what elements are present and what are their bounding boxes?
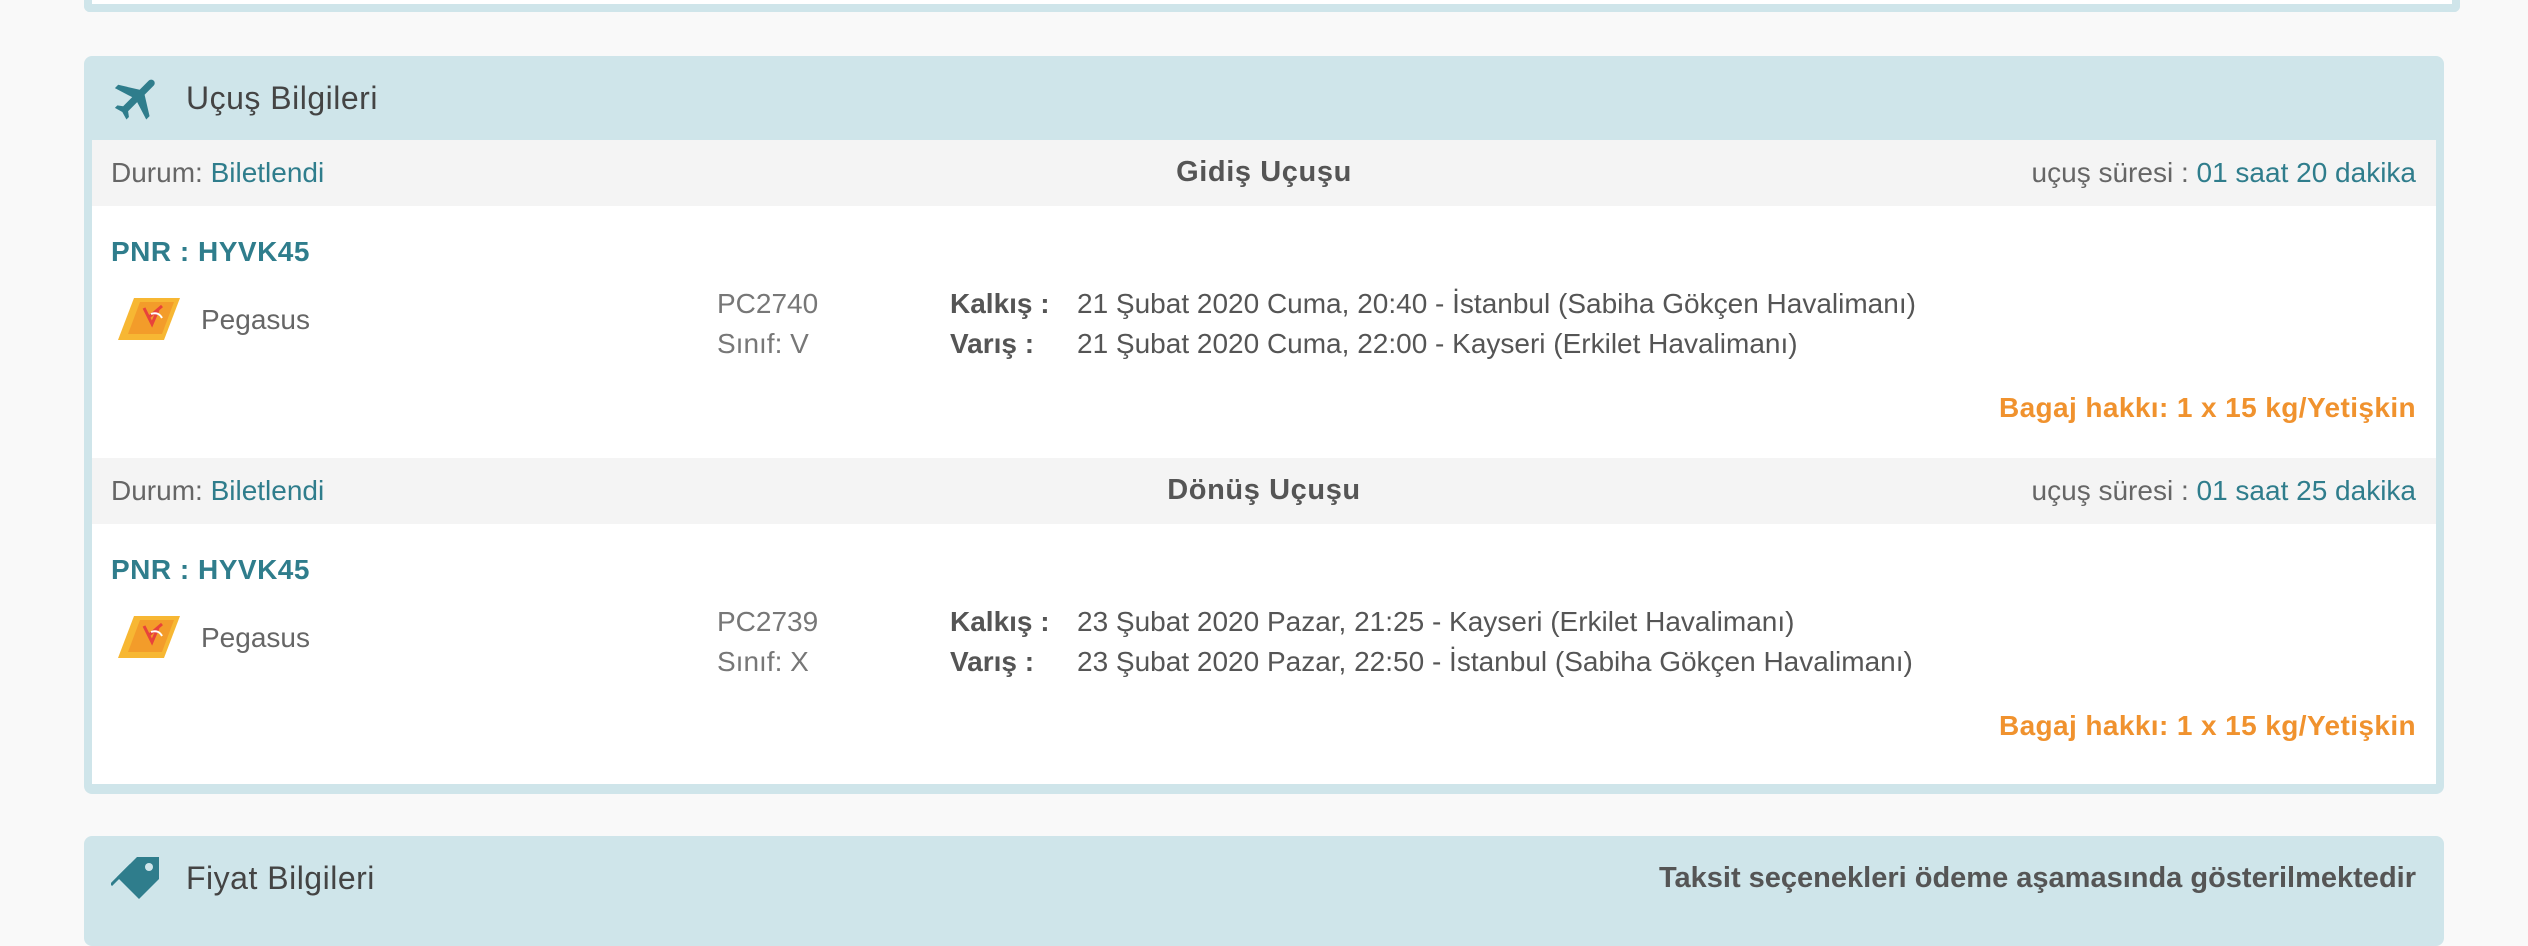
flight-info-title: Uçuş Bilgileri <box>186 79 378 116</box>
departure-label: Kalkış : <box>950 606 1050 637</box>
status-value: Biletlendi <box>210 157 325 188</box>
flight-info-panel: Uçuş Bilgileri Durum: Biletlendi uçuş sü… <box>84 56 2444 794</box>
status-label: Durum: <box>111 157 203 188</box>
duration-label: uçuş süresi : <box>2031 475 2189 506</box>
duration-label: uçuş süresi : <box>2031 157 2189 188</box>
pegasus-logo-icon <box>118 614 180 660</box>
return-status-bar: Durum: Biletlendi uçuş süresi : 01 saat … <box>92 458 2436 524</box>
departure-label: Kalkış : <box>950 288 1050 319</box>
return-flight: Durum: Biletlendi uçuş süresi : 01 saat … <box>92 458 2436 776</box>
baggage-allowance: Bagaj hakkı: 1 x 15 kg/Yetişkin <box>1998 392 2416 423</box>
airplane-icon <box>110 70 166 126</box>
outbound-status-bar: Durum: Biletlendi uçuş süresi : 01 saat … <box>92 140 2436 206</box>
outbound-duration: uçuş süresi : 01 saat 20 dakika <box>2032 157 2416 189</box>
pnr-code: PNR : HYVK45 <box>111 554 310 585</box>
status-label: Durum: <box>111 475 203 506</box>
flight-class: Sınıf: V <box>717 328 809 359</box>
installment-note: Taksit seçenekleri ödeme aşamasında göst… <box>1658 861 2416 894</box>
departure-value: 23 Şubat 2020 Pazar, 21:25 - Kayseri (Er… <box>1077 606 1795 637</box>
pnr-code: PNR : HYVK45 <box>111 236 310 267</box>
duration-value: 01 saat 25 dakika <box>2196 475 2417 506</box>
price-info-title: Fiyat Bilgileri <box>186 859 375 896</box>
status-value: Biletlendi <box>210 475 325 506</box>
outbound-flight: Durum: Biletlendi uçuş süresi : 01 saat … <box>92 140 2436 458</box>
arrival-label: Varış : <box>950 328 1035 359</box>
arrival-value: 23 Şubat 2020 Pazar, 22:50 - İstanbul (S… <box>1077 646 1913 677</box>
airline-name: Pegasus <box>201 622 310 653</box>
outbound-status: Durum: Biletlendi <box>111 157 324 189</box>
arrival-value: 21 Şubat 2020 Cuma, 22:00 - Kayseri (Erk… <box>1077 328 1798 359</box>
arrival-label: Varış : <box>950 646 1035 677</box>
flight-class: Sınıf: X <box>717 646 809 677</box>
flight-number: PC2740 <box>717 288 819 319</box>
return-duration: uçuş süresi : 01 saat 25 dakika <box>2032 475 2416 507</box>
price-info-header: Fiyat Bilgileri Taksit seçenekleri ödeme… <box>84 836 2444 920</box>
previous-panel-bottom <box>84 0 2460 12</box>
baggage-allowance: Bagaj hakkı: 1 x 15 kg/Yetişkin <box>1998 710 2416 741</box>
flight-info-body: Durum: Biletlendi uçuş süresi : 01 saat … <box>92 140 2436 784</box>
flight-info-header: Uçuş Bilgileri <box>84 56 2444 140</box>
airline-name: Pegasus <box>201 304 310 335</box>
pegasus-logo-icon <box>118 296 180 342</box>
return-status: Durum: Biletlendi <box>111 475 324 507</box>
departure-value: 21 Şubat 2020 Cuma, 20:40 - İstanbul (Sa… <box>1077 288 1916 319</box>
duration-value: 01 saat 20 dakika <box>2196 157 2417 188</box>
price-info-panel: Fiyat Bilgileri Taksit seçenekleri ödeme… <box>84 836 2444 946</box>
price-tag-icon <box>110 850 166 906</box>
flight-number: PC2739 <box>717 606 819 637</box>
